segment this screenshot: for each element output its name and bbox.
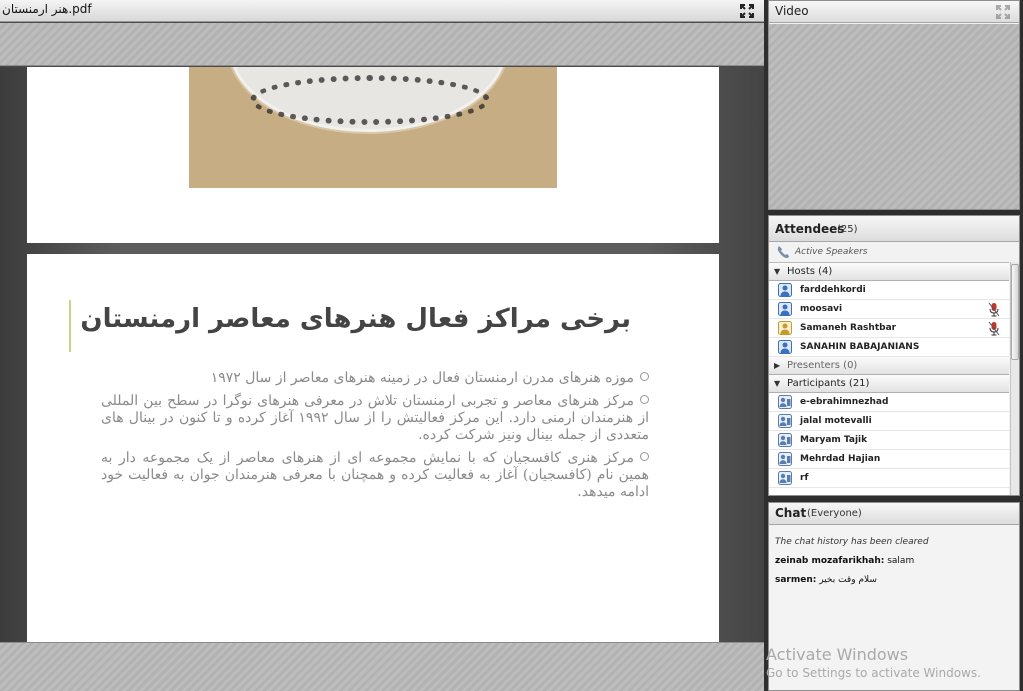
participant-user-icon — [778, 471, 792, 485]
attendee-row[interactable]: jalal motevalli — [769, 412, 1009, 431]
bullet-circle-icon — [640, 372, 649, 381]
group-hosts-label: Hosts (4) — [787, 266, 833, 277]
attendee-name: moosavi — [800, 304, 843, 314]
attendees-count: (25) — [837, 224, 858, 235]
attendee-name: Maryam Tajik — [800, 435, 868, 445]
host-user-icon — [778, 302, 792, 316]
slide-bullet: موزه هنرهای مدرن ارمنستان فعال در زمینه … — [101, 370, 649, 387]
bullet-circle-icon — [640, 452, 649, 461]
video-pod-header: Video — [769, 1, 1019, 23]
document-filename: هنر ارمنستان.pdf — [2, 2, 92, 16]
host-user-icon — [778, 340, 792, 354]
participant-user-icon — [778, 414, 792, 428]
slide-bullet-list: موزه هنرهای مدرن ارمنستان فعال در زمینه … — [101, 370, 649, 507]
attendee-name: rf — [800, 473, 809, 483]
document-titlebar: هنر ارمنستان.pdf — [0, 0, 764, 22]
slide-title: برخی مراکز فعال هنرهای معاصر ارمنستان — [80, 304, 631, 334]
attendee-name: farddehkordi — [800, 285, 866, 295]
document-pod: هنر ارمنستان.pdf برخی مراکز فعال هنرهای … — [0, 0, 764, 691]
document-viewport[interactable]: برخی مراکز فعال هنرهای معاصر ارمنستان مو… — [0, 67, 764, 642]
chat-sender: sarmen: — [775, 575, 817, 585]
chat-scope[interactable]: (Everyone) — [807, 508, 862, 519]
chevron-right-icon[interactable]: ▶ — [774, 361, 780, 370]
chat-text: سلام وقت بخیر — [819, 575, 877, 585]
app-window: هنر ارمنستان.pdf برخی مراکز فعال هنرهای … — [0, 0, 1023, 691]
attendee-row[interactable]: Maryam Tajik — [769, 431, 1009, 450]
slide-bullet-text: مرکز هنرهای معاصر و تجربی ارمنستان تلاش … — [101, 393, 649, 443]
attendee-row[interactable]: Mehrdad Hajian — [769, 450, 1009, 469]
fullscreen-icon[interactable] — [995, 4, 1011, 20]
attendee-row[interactable]: farddehkordi — [769, 281, 1009, 300]
chevron-down-icon[interactable]: ▼ — [774, 267, 780, 276]
participant-user-icon — [778, 395, 792, 409]
slide-bullet-text: مرکز هنری کافسجیان که با نمایش مجموعه ای… — [101, 450, 649, 500]
chat-message: sarmen: سلام وقت بخیر — [775, 575, 877, 585]
attendees-title: Attendees — [775, 222, 845, 236]
attendees-pod: Attendees (25) Active Speakers ▼ Hosts (… — [768, 215, 1020, 496]
attendee-name: Mehrdad Hajian — [800, 454, 881, 464]
chat-text: salam — [887, 556, 915, 566]
group-participants[interactable]: ▼ Participants (21) — [769, 375, 1009, 393]
group-participants-label: Participants (21) — [787, 378, 870, 389]
slide-bullet: مرکز هنری کافسجیان که با نمایش مجموعه ای… — [101, 450, 649, 501]
attendee-row[interactable]: rf — [769, 469, 1009, 488]
attendee-row[interactable]: e-ebrahimnezhad — [769, 393, 1009, 412]
attendee-list[interactable]: ▼ Hosts (4) farddehkordi moosavi Samaneh… — [769, 262, 1009, 495]
chat-message: zeinab mozafarikhah: salam — [775, 556, 914, 566]
attendee-name: e-ebrahimnezhad — [800, 397, 889, 407]
bullet-circle-icon — [640, 395, 649, 404]
video-pod: Video — [768, 0, 1020, 210]
artwork-oval — [229, 67, 507, 132]
chat-title: Chat — [775, 506, 807, 520]
group-hosts[interactable]: ▼ Hosts (4) — [769, 263, 1009, 281]
attendee-row[interactable]: moosavi — [769, 300, 1009, 319]
slide-page-current: برخی مراکز فعال هنرهای معاصر ارمنستان مو… — [27, 254, 719, 642]
fullscreen-icon[interactable] — [739, 3, 755, 19]
attendee-name: Samaneh Rashtbar — [800, 323, 897, 333]
slide-artwork-image — [189, 67, 557, 188]
video-pod-title: Video — [775, 4, 809, 18]
slide-bullet-text: موزه هنرهای مدرن ارمنستان فعال در زمینه … — [210, 370, 634, 386]
chevron-down-icon[interactable]: ▼ — [774, 379, 780, 388]
group-presenters-label: Presenters (0) — [787, 360, 858, 371]
phone-icon — [777, 246, 789, 258]
slide-page-previous — [27, 67, 719, 243]
chat-sender: zeinab mozafarikhah: — [775, 556, 885, 566]
right-column: Video Attendees (25) Active Speakers ▼ H… — [766, 0, 1023, 691]
watermark-title: Activate Windows — [766, 645, 909, 664]
attendee-name: jalal motevalli — [800, 416, 872, 426]
artwork-script — [250, 75, 490, 125]
attendee-row[interactable]: Samaneh Rashtbar — [769, 319, 1009, 338]
video-area — [769, 24, 1019, 209]
active-speakers-label: Active Speakers — [795, 247, 868, 257]
scrollbar-thumb[interactable] — [1011, 264, 1019, 360]
microphone-icon — [988, 302, 1000, 317]
activation-watermark: Activate Windows Go to Settings to activ… — [766, 645, 1023, 680]
host-user-icon — [778, 321, 792, 335]
microphone-icon — [988, 321, 1000, 336]
document-footer-bar — [0, 642, 764, 691]
participant-user-icon — [778, 433, 792, 447]
participant-user-icon — [778, 452, 792, 466]
host-user-icon — [778, 283, 792, 297]
chat-pod-header: Chat (Everyone) — [769, 503, 1019, 525]
chat-system-message: The chat history has been cleared — [775, 537, 929, 547]
attendee-name: SANAHIN BABAJANIANS — [800, 342, 920, 352]
group-presenters[interactable]: ▶ Presenters (0) — [769, 357, 1009, 375]
attendee-row[interactable]: SANAHIN BABAJANIANS — [769, 338, 1009, 357]
attendees-pod-header: Attendees (25) — [769, 216, 1019, 242]
watermark-subtitle: Go to Settings to activate Windows. — [766, 666, 981, 680]
attendee-scrollbar[interactable] — [1010, 262, 1019, 495]
active-speakers-row: Active Speakers — [769, 243, 1019, 261]
slide-bullet: مرکز هنرهای معاصر و تجربی ارمنستان تلاش … — [101, 393, 649, 444]
document-toolbar — [0, 23, 764, 66]
